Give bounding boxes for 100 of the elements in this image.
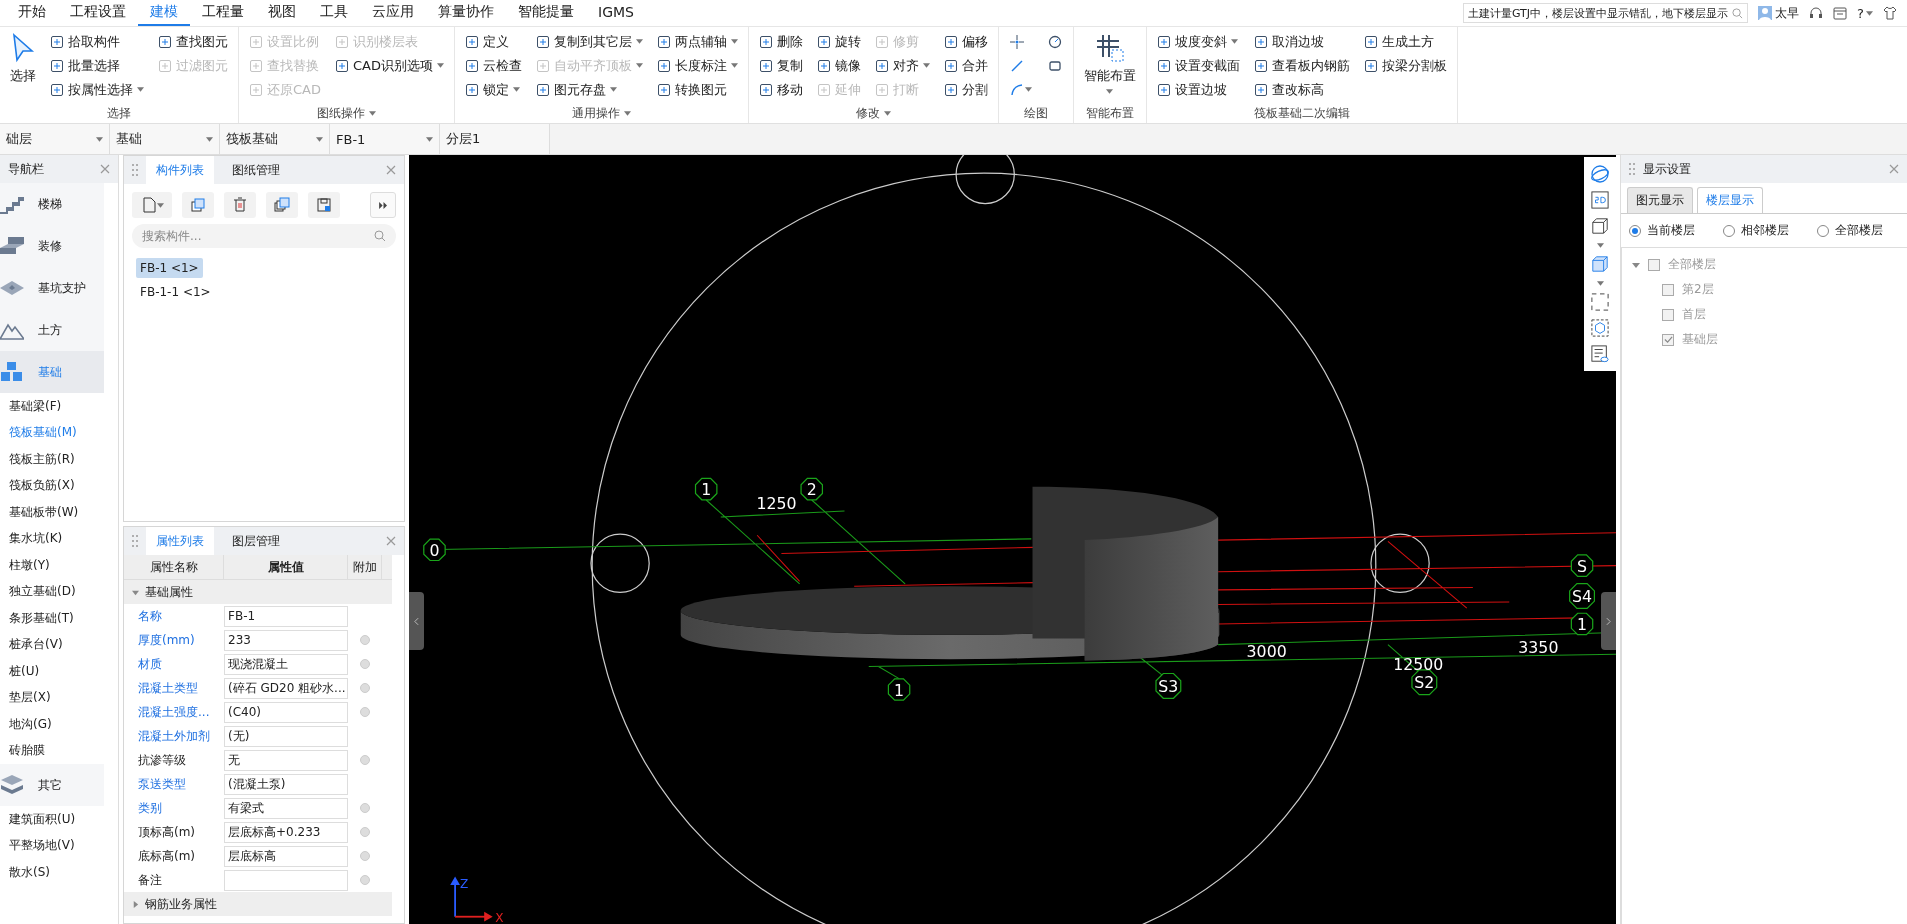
selector-dropdown[interactable]: 分层1	[440, 124, 550, 154]
ribbon-button[interactable]: 分割	[941, 79, 990, 100]
ribbon-button[interactable]: 设置变截面	[1154, 55, 1242, 76]
ribbon-button[interactable]: 按梁分割板	[1361, 55, 1449, 76]
ribbon-button[interactable]: 移动	[756, 79, 805, 100]
ribbon-button[interactable]: 合并	[941, 55, 990, 76]
orbit-handle[interactable]	[955, 155, 1015, 205]
help-button[interactable]: ?	[1857, 5, 1873, 21]
close-button[interactable]	[1889, 164, 1899, 174]
ribbon-button[interactable]: 长度标注	[654, 55, 740, 76]
property-value-field[interactable]: (混凝土泵)	[224, 773, 348, 795]
ribbon-button[interactable]: 图元存盘	[533, 79, 645, 100]
save-button[interactable]	[308, 192, 340, 218]
nav-item[interactable]: 垫层(X)	[0, 684, 118, 711]
copy-to-button[interactable]	[266, 192, 298, 218]
panel-tab[interactable]: 图层管理	[222, 527, 290, 555]
ribbon-button[interactable]: 旋转	[814, 31, 863, 52]
copy-button[interactable]	[182, 192, 214, 218]
ribbon-button[interactable]: 拾取构件	[48, 31, 146, 52]
ribbon-button[interactable]: 复制	[756, 55, 805, 76]
search-field[interactable]: 土建计量GTJ中，楼层设置中显示错乱，地下楼层显示	[1463, 3, 1749, 23]
menu-tab[interactable]: IGMS	[586, 0, 646, 26]
menu-tab[interactable]: 工具	[308, 0, 360, 26]
property-value-field[interactable]: 233	[224, 629, 348, 651]
nav-item[interactable]: 独立基础(D)	[0, 578, 118, 605]
ribbon-button[interactable]: 取消边坡	[1251, 31, 1352, 52]
ribbon-button[interactable]: 按属性选择	[48, 79, 146, 100]
menu-tab[interactable]: 工程设置	[58, 0, 138, 26]
attach-radio[interactable]	[360, 851, 370, 861]
nav-category[interactable]: 装修	[0, 225, 104, 267]
attach-radio[interactable]	[360, 635, 370, 645]
shirt-icon[interactable]	[1883, 6, 1897, 20]
panel-tab[interactable]: 图纸管理	[222, 156, 290, 184]
selector-dropdown[interactable]: 基础	[110, 124, 220, 154]
ribbon-button[interactable]: 转换图元	[654, 79, 740, 100]
menu-tab[interactable]: 建模	[138, 0, 190, 26]
ribbon-button[interactable]: 坡度变斜	[1154, 31, 1242, 52]
nav-item[interactable]: 平整场地(V)	[0, 832, 118, 859]
ribbon-large-button[interactable]: 智能布置	[1081, 31, 1138, 96]
property-value-field[interactable]: (C40)	[224, 701, 348, 723]
new-button[interactable]	[132, 192, 172, 218]
component-item[interactable]: FB-1 <1>	[136, 258, 203, 278]
menu-tab[interactable]: 算量协作	[426, 0, 506, 26]
selector-dropdown[interactable]: FB-1	[330, 124, 440, 154]
group-menu-button[interactable]: 修改	[855, 103, 891, 123]
attach-radio[interactable]	[360, 707, 370, 717]
selector-dropdown[interactable]: 筏板基础	[220, 124, 330, 154]
panel-tab[interactable]: 楼层显示	[1697, 187, 1763, 213]
menu-tab[interactable]: 智能提量	[506, 0, 586, 26]
orbit-handle[interactable]	[1370, 533, 1430, 593]
ribbon-button[interactable]: 查找图元	[156, 31, 230, 52]
nav-item[interactable]: 砖胎膜	[0, 737, 118, 764]
nav-category[interactable]: 基坑支护	[0, 267, 104, 309]
attach-radio[interactable]	[360, 803, 370, 813]
nav-item[interactable]: 建筑面积(U)	[0, 806, 118, 833]
panel-tab[interactable]: 构件列表	[146, 156, 214, 184]
property-value-field[interactable]: 现浇混凝土	[224, 653, 348, 675]
panel-tab[interactable]: 图元显示	[1627, 187, 1693, 213]
ribbon-button[interactable]: 复制到其它层	[533, 31, 645, 52]
search-field[interactable]: 搜索构件...	[132, 224, 396, 248]
ribbon-button[interactable]: 查看板内钢筋	[1251, 55, 1352, 76]
property-value-field[interactable]: (无)	[224, 725, 348, 747]
attach-radio[interactable]	[360, 827, 370, 837]
nav-item[interactable]: 基础板带(W)	[0, 499, 118, 526]
ribbon-button[interactable]: 查改标高	[1251, 79, 1352, 100]
component-item[interactable]: FB-1-1 <1>	[136, 282, 215, 302]
nav-item[interactable]: 桩承台(V)	[0, 631, 118, 658]
attach-radio[interactable]	[360, 755, 370, 765]
nav-item[interactable]: 筏板负筋(X)	[0, 472, 118, 499]
nav-item[interactable]: 散水(S)	[0, 859, 118, 886]
nav-item[interactable]: 柱墩(Y)	[0, 552, 118, 579]
ribbon-button[interactable]: 设置边坡	[1154, 79, 1242, 100]
property-group-header[interactable]: 钢筋业务属性	[124, 892, 392, 916]
nav-item[interactable]: 基础梁(F)	[0, 393, 118, 420]
nav-category[interactable]: 其它	[0, 764, 104, 806]
nav-item[interactable]: 桩(U)	[0, 658, 118, 685]
nav-category[interactable]: 基础	[0, 351, 104, 393]
menu-tab[interactable]: 视图	[256, 0, 308, 26]
nav-item[interactable]: 地沟(G)	[0, 711, 118, 738]
ribbon-button[interactable]: 云检查	[462, 55, 524, 76]
more-button[interactable]	[370, 192, 396, 218]
nav-category[interactable]: 土方	[0, 309, 104, 351]
group-menu-button[interactable]: 图纸操作	[317, 103, 376, 123]
group-menu-button[interactable]: 通用操作	[571, 103, 631, 123]
menu-tab[interactable]: 开始	[6, 0, 58, 26]
property-value-field[interactable]: 无	[224, 749, 348, 771]
delete-button[interactable]	[224, 192, 256, 218]
menu-tab[interactable]: 云应用	[360, 0, 426, 26]
attach-radio[interactable]	[360, 659, 370, 669]
ribbon-button[interactable]: 定义	[462, 31, 524, 52]
nav-item[interactable]: 条形基础(T)	[0, 605, 118, 632]
ribbon-button[interactable]: 批量选择	[48, 55, 146, 76]
ribbon-button[interactable]: 生成土方	[1361, 31, 1449, 52]
selector-dropdown[interactable]: 础层	[0, 124, 110, 154]
property-value-field[interactable]: (碎石 GD20 粗砂水...	[224, 677, 348, 699]
ribbon-button[interactable]: 偏移	[941, 31, 990, 52]
orbit-handle[interactable]	[590, 533, 650, 593]
property-value-field[interactable]: 层底标高	[224, 845, 348, 867]
close-button[interactable]	[100, 164, 110, 174]
user-account-button[interactable]: 太早	[1758, 4, 1800, 22]
